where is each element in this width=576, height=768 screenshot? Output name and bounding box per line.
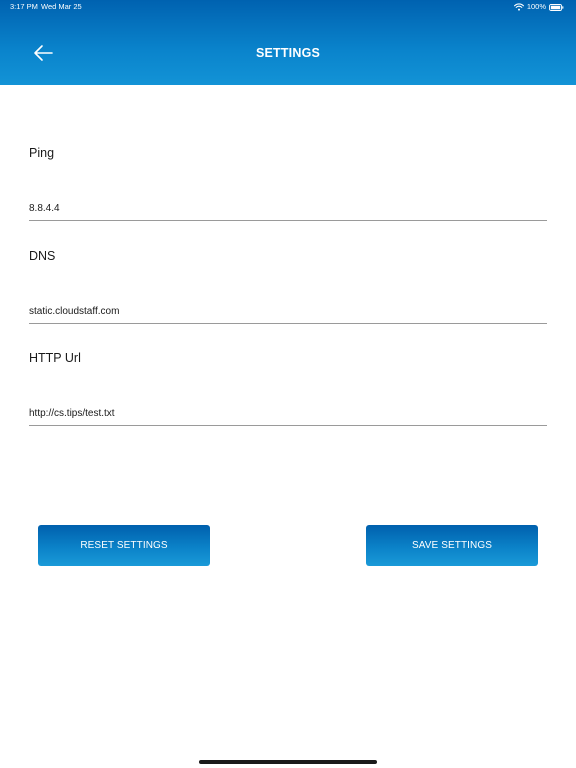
page-title: SETTINGS (255, 46, 321, 60)
ping-input[interactable] (29, 197, 547, 221)
dns-input[interactable] (29, 300, 547, 324)
http-url-label: HTTP Url (29, 351, 81, 365)
http-url-input[interactable] (29, 402, 547, 426)
battery-percent: 100% (526, 2, 546, 11)
status-right: 100% (513, 0, 564, 14)
status-date: Wed Mar 25 (41, 2, 82, 11)
home-indicator[interactable] (199, 760, 377, 764)
status-bar: 3:17 PM Wed Mar 25 100% (0, 0, 576, 14)
battery-icon (549, 3, 564, 11)
header-bar: 3:17 PM Wed Mar 25 100% SETTINGS (0, 0, 576, 85)
status-time: 3:17 PM (10, 2, 38, 11)
dns-label: DNS (29, 249, 56, 263)
wifi-icon (513, 3, 524, 11)
save-settings-button[interactable]: SAVE SETTINGS (366, 525, 538, 566)
reset-settings-button[interactable]: RESET SETTINGS (38, 525, 210, 566)
ping-label: Ping (29, 146, 55, 160)
